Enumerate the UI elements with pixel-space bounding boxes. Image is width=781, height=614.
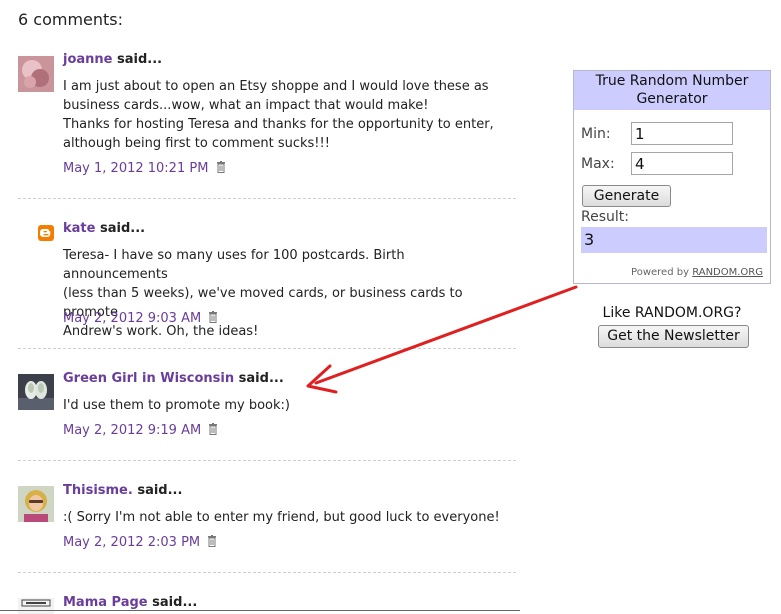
red-arrow-annotation	[306, 285, 578, 394]
